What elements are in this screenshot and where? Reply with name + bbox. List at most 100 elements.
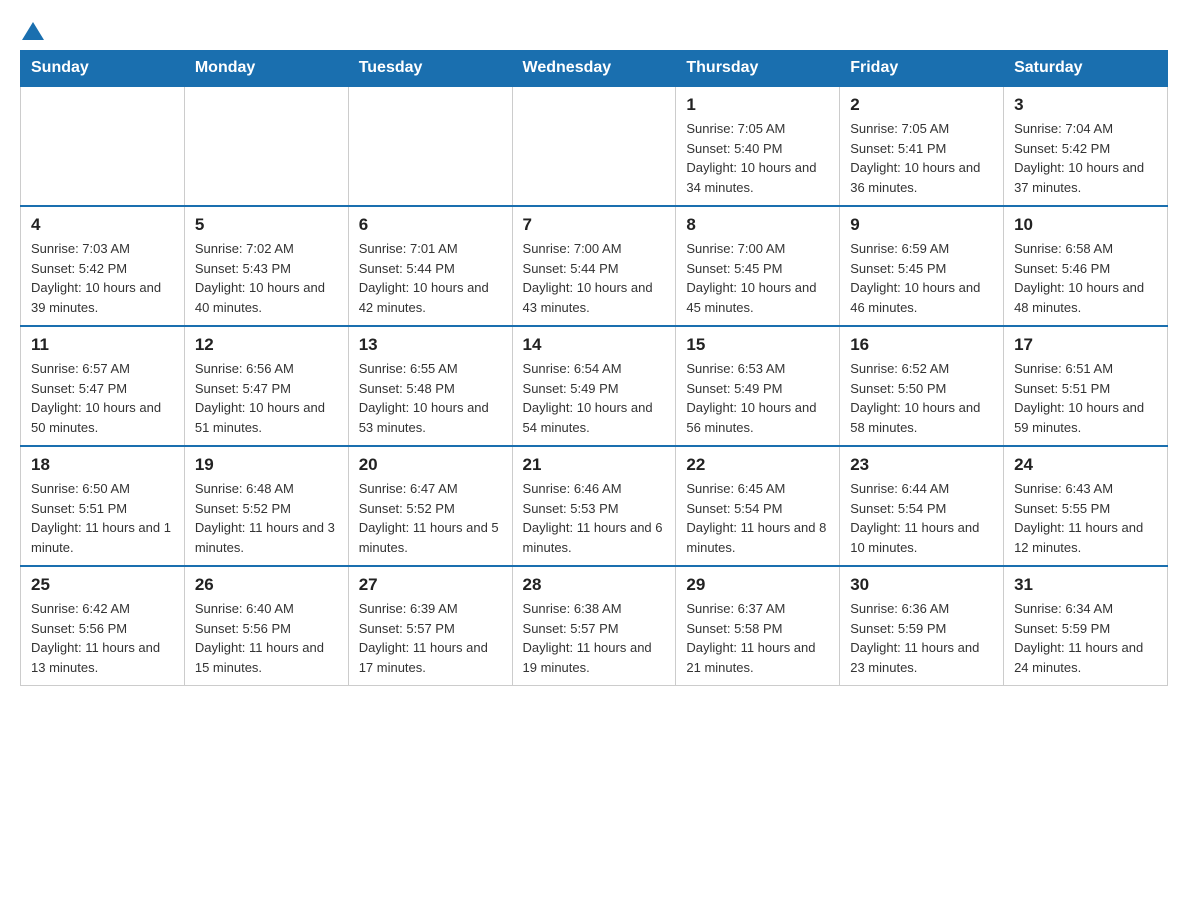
- day-number: 6: [359, 215, 502, 235]
- calendar-day-cell: 6 Sunrise: 7:01 AM Sunset: 5:44 PM Daylig…: [348, 206, 512, 326]
- calendar-day-cell: 5 Sunrise: 7:02 AM Sunset: 5:43 PM Daylig…: [184, 206, 348, 326]
- day-number: 13: [359, 335, 502, 355]
- calendar-table: SundayMondayTuesdayWednesdayThursdayFrid…: [20, 50, 1168, 686]
- day-number: 12: [195, 335, 338, 355]
- day-number: 31: [1014, 575, 1157, 595]
- calendar-day-cell: [21, 86, 185, 206]
- day-info: Sunrise: 6:47 AM Sunset: 5:52 PM Dayligh…: [359, 479, 502, 557]
- day-number: 14: [523, 335, 666, 355]
- day-number: 23: [850, 455, 993, 475]
- calendar-day-cell: 14 Sunrise: 6:54 AM Sunset: 5:49 PM Dayli…: [512, 326, 676, 446]
- day-number: 10: [1014, 215, 1157, 235]
- calendar-day-cell: 21 Sunrise: 6:46 AM Sunset: 5:53 PM Dayli…: [512, 446, 676, 566]
- day-number: 3: [1014, 95, 1157, 115]
- calendar-body: 1Sunrise: 7:05 AM Sunset: 5:40 PM Daylig…: [21, 86, 1168, 686]
- day-of-week-header: Monday: [184, 51, 348, 87]
- day-number: 24: [1014, 455, 1157, 475]
- day-of-week-header: Thursday: [676, 51, 840, 87]
- day-info: Sunrise: 7:00 AM Sunset: 5:45 PM Dayligh…: [686, 239, 829, 317]
- day-info: Sunrise: 6:56 AM Sunset: 5:47 PM Dayligh…: [195, 359, 338, 437]
- logo-triangle-icon: [22, 20, 44, 42]
- day-of-week-header: Wednesday: [512, 51, 676, 87]
- calendar-day-cell: 10 Sunrise: 6:58 AM Sunset: 5:46 PM Dayli…: [1004, 206, 1168, 326]
- calendar-day-cell: 31 Sunrise: 6:34 AM Sunset: 5:59 PM Dayli…: [1004, 566, 1168, 686]
- calendar-day-cell: 13 Sunrise: 6:55 AM Sunset: 5:48 PM Dayli…: [348, 326, 512, 446]
- day-number: 15: [686, 335, 829, 355]
- day-info: Sunrise: 6:48 AM Sunset: 5:52 PM Dayligh…: [195, 479, 338, 557]
- day-info: Sunrise: 6:57 AM Sunset: 5:47 PM Dayligh…: [31, 359, 174, 437]
- calendar-day-cell: 15 Sunrise: 6:53 AM Sunset: 5:49 PM Dayli…: [676, 326, 840, 446]
- calendar-day-cell: [512, 86, 676, 206]
- calendar-day-cell: 27 Sunrise: 6:39 AM Sunset: 5:57 PM Dayli…: [348, 566, 512, 686]
- day-number: 11: [31, 335, 174, 355]
- day-info: Sunrise: 6:44 AM Sunset: 5:54 PM Dayligh…: [850, 479, 993, 557]
- day-number: 26: [195, 575, 338, 595]
- day-number: 17: [1014, 335, 1157, 355]
- calendar-day-cell: 20Sunrise: 6:47 AM Sunset: 5:52 PM Dayli…: [348, 446, 512, 566]
- calendar-week-row: 11 Sunrise: 6:57 AM Sunset: 5:47 PM Dayli…: [21, 326, 1168, 446]
- calendar-day-cell: 28 Sunrise: 6:38 AM Sunset: 5:57 PM Dayli…: [512, 566, 676, 686]
- calendar-week-row: 25 Sunrise: 6:42 AM Sunset: 5:56 PM Dayli…: [21, 566, 1168, 686]
- day-info: Sunrise: 7:03 AM Sunset: 5:42 PM Dayligh…: [31, 239, 174, 317]
- calendar-day-cell: 9 Sunrise: 6:59 AM Sunset: 5:45 PM Daylig…: [840, 206, 1004, 326]
- calendar-day-cell: 24 Sunrise: 6:43 AM Sunset: 5:55 PM Dayli…: [1004, 446, 1168, 566]
- day-info: Sunrise: 6:46 AM Sunset: 5:53 PM Dayligh…: [523, 479, 666, 557]
- day-number: 16: [850, 335, 993, 355]
- day-info: Sunrise: 6:52 AM Sunset: 5:50 PM Dayligh…: [850, 359, 993, 437]
- day-info: Sunrise: 6:50 AM Sunset: 5:51 PM Dayligh…: [31, 479, 174, 557]
- day-info: Sunrise: 6:39 AM Sunset: 5:57 PM Dayligh…: [359, 599, 502, 677]
- day-info: Sunrise: 6:43 AM Sunset: 5:55 PM Dayligh…: [1014, 479, 1157, 557]
- day-info: Sunrise: 6:36 AM Sunset: 5:59 PM Dayligh…: [850, 599, 993, 677]
- day-info: Sunrise: 7:05 AM Sunset: 5:40 PM Dayligh…: [686, 119, 829, 197]
- calendar-day-cell: 4Sunrise: 7:03 AM Sunset: 5:42 PM Daylig…: [21, 206, 185, 326]
- calendar-day-cell: 26 Sunrise: 6:40 AM Sunset: 5:56 PM Dayli…: [184, 566, 348, 686]
- day-info: Sunrise: 6:58 AM Sunset: 5:46 PM Dayligh…: [1014, 239, 1157, 317]
- calendar-day-cell: 30 Sunrise: 6:36 AM Sunset: 5:59 PM Dayli…: [840, 566, 1004, 686]
- day-info: Sunrise: 6:37 AM Sunset: 5:58 PM Dayligh…: [686, 599, 829, 677]
- calendar-day-cell: [184, 86, 348, 206]
- calendar-day-cell: 8 Sunrise: 7:00 AM Sunset: 5:45 PM Daylig…: [676, 206, 840, 326]
- day-info: Sunrise: 6:42 AM Sunset: 5:56 PM Dayligh…: [31, 599, 174, 677]
- day-number: 28: [523, 575, 666, 595]
- day-info: Sunrise: 6:40 AM Sunset: 5:56 PM Dayligh…: [195, 599, 338, 677]
- day-number: 9: [850, 215, 993, 235]
- calendar-day-cell: 11 Sunrise: 6:57 AM Sunset: 5:47 PM Dayli…: [21, 326, 185, 446]
- day-info: Sunrise: 7:00 AM Sunset: 5:44 PM Dayligh…: [523, 239, 666, 317]
- calendar-day-cell: 19 Sunrise: 6:48 AM Sunset: 5:52 PM Dayli…: [184, 446, 348, 566]
- calendar-header-row: SundayMondayTuesdayWednesdayThursdayFrid…: [21, 51, 1168, 87]
- day-info: Sunrise: 6:34 AM Sunset: 5:59 PM Dayligh…: [1014, 599, 1157, 677]
- day-info: Sunrise: 6:59 AM Sunset: 5:45 PM Dayligh…: [850, 239, 993, 317]
- day-number: 18: [31, 455, 174, 475]
- day-of-week-header: Saturday: [1004, 51, 1168, 87]
- calendar-week-row: 1Sunrise: 7:05 AM Sunset: 5:40 PM Daylig…: [21, 86, 1168, 206]
- day-number: 2: [850, 95, 993, 115]
- day-number: 7: [523, 215, 666, 235]
- calendar-day-cell: 22Sunrise: 6:45 AM Sunset: 5:54 PM Dayli…: [676, 446, 840, 566]
- day-number: 8: [686, 215, 829, 235]
- day-info: Sunrise: 6:53 AM Sunset: 5:49 PM Dayligh…: [686, 359, 829, 437]
- day-info: Sunrise: 6:55 AM Sunset: 5:48 PM Dayligh…: [359, 359, 502, 437]
- calendar-day-cell: 16 Sunrise: 6:52 AM Sunset: 5:50 PM Dayli…: [840, 326, 1004, 446]
- day-number: 30: [850, 575, 993, 595]
- day-info: Sunrise: 6:51 AM Sunset: 5:51 PM Dayligh…: [1014, 359, 1157, 437]
- day-number: 5: [195, 215, 338, 235]
- logo: [20, 20, 44, 38]
- day-number: 19: [195, 455, 338, 475]
- day-info: Sunrise: 7:05 AM Sunset: 5:41 PM Dayligh…: [850, 119, 993, 197]
- day-info: Sunrise: 7:01 AM Sunset: 5:44 PM Dayligh…: [359, 239, 502, 317]
- calendar-day-cell: 3 Sunrise: 7:04 AM Sunset: 5:42 PM Daylig…: [1004, 86, 1168, 206]
- calendar-day-cell: 18 Sunrise: 6:50 AM Sunset: 5:51 PM Dayli…: [21, 446, 185, 566]
- calendar-day-cell: 23 Sunrise: 6:44 AM Sunset: 5:54 PM Dayli…: [840, 446, 1004, 566]
- calendar-week-row: 18 Sunrise: 6:50 AM Sunset: 5:51 PM Dayli…: [21, 446, 1168, 566]
- day-info: Sunrise: 6:38 AM Sunset: 5:57 PM Dayligh…: [523, 599, 666, 677]
- day-info: Sunrise: 7:04 AM Sunset: 5:42 PM Dayligh…: [1014, 119, 1157, 197]
- calendar-day-cell: [348, 86, 512, 206]
- day-info: Sunrise: 6:54 AM Sunset: 5:49 PM Dayligh…: [523, 359, 666, 437]
- day-number: 27: [359, 575, 502, 595]
- day-number: 21: [523, 455, 666, 475]
- day-number: 25: [31, 575, 174, 595]
- calendar-week-row: 4Sunrise: 7:03 AM Sunset: 5:42 PM Daylig…: [21, 206, 1168, 326]
- day-of-week-header: Friday: [840, 51, 1004, 87]
- calendar-day-cell: 17 Sunrise: 6:51 AM Sunset: 5:51 PM Dayli…: [1004, 326, 1168, 446]
- day-info: Sunrise: 7:02 AM Sunset: 5:43 PM Dayligh…: [195, 239, 338, 317]
